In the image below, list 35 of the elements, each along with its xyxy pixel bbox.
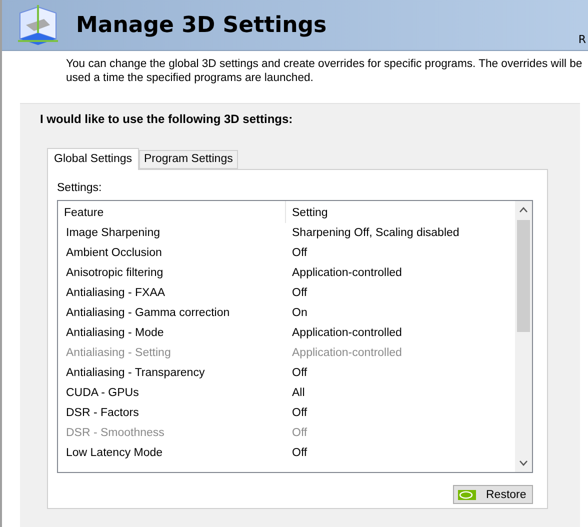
restore-button[interactable]: Restore (453, 485, 533, 504)
eye-logo-icon (458, 490, 476, 500)
setting-cell[interactable]: Application-controlled (286, 327, 515, 339)
section-heading: I would like to use the following 3D settings: (40, 112, 294, 126)
setting-cell[interactable]: Off (286, 407, 515, 419)
feature-cell[interactable]: Antialiasing - Mode (58, 327, 286, 339)
tab[interactable]: Global Settings (47, 148, 139, 170)
column-header[interactable]: Setting (286, 201, 515, 223)
setting-cell[interactable]: On (286, 307, 515, 319)
feature-cell[interactable]: CUDA - GPUs (58, 387, 286, 399)
scrollbar[interactable] (515, 201, 532, 472)
arrow-down-icon[interactable] (519, 460, 528, 466)
feature-cell[interactable]: Ambient Occlusion (58, 247, 286, 259)
feature-cell[interactable]: Low Latency Mode (58, 447, 286, 459)
setting-cell[interactable]: All (286, 387, 515, 399)
feature-cell[interactable]: Image Sharpening (58, 227, 286, 239)
arrow-up-icon[interactable] (519, 207, 528, 213)
page-title: Manage 3D Settings (76, 12, 327, 38)
feature-cell[interactable]: Antialiasing - Transparency (58, 367, 286, 379)
feature-cell[interactable]: Anisotropic filtering (58, 267, 286, 279)
tab[interactable]: Program Settings (139, 150, 238, 169)
header-link[interactable]: R (578, 33, 586, 46)
feature-cell[interactable]: Antialiasing - Gamma correction (58, 307, 286, 319)
settings-label: Settings: (57, 182, 103, 194)
scroll-thumb[interactable] (517, 220, 530, 332)
setting-cell[interactable]: Application-controlled (286, 267, 515, 279)
setting-cell[interactable]: Off (286, 247, 515, 259)
feature-cell[interactable]: DSR - Factors (58, 407, 286, 419)
column-header[interactable]: Feature (58, 201, 286, 223)
setting-cell[interactable]: Sharpening Off, Scaling disabled (286, 227, 515, 239)
description-text: You can change the global 3D settings and create overrides for specific programs. The overrides will be used a time the specified programs are launched. (66, 57, 584, 85)
setting-cell[interactable]: Off (286, 367, 515, 379)
setting-cell[interactable]: Off (286, 447, 515, 459)
feature-cell[interactable]: Antialiasing - FXAA (58, 287, 286, 299)
setting-cell[interactable]: Off (286, 287, 515, 299)
